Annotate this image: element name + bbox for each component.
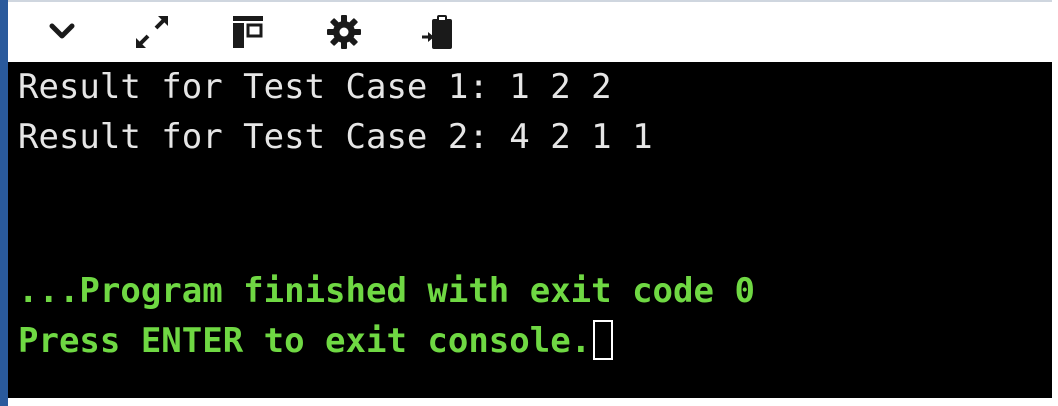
- console-toolbar: [8, 0, 1052, 62]
- console-output[interactable]: Result for Test Case 1: 1 2 2 Result for…: [8, 62, 1052, 398]
- stdin-button[interactable]: [416, 10, 460, 54]
- window-bottom-border: [8, 398, 1052, 406]
- fullscreen-button[interactable]: [130, 10, 174, 54]
- output-line: Result for Test Case 1: 1 2 2: [18, 67, 612, 107]
- expand-icon: [132, 12, 172, 52]
- collapse-button[interactable]: [40, 10, 84, 54]
- output-line: Result for Test Case 2: 4 2 1 1: [18, 117, 653, 157]
- text-cursor: [593, 320, 614, 360]
- chevron-down-icon: [49, 23, 75, 41]
- exit-status-message: ...Program finished with exit code 0: [18, 271, 755, 311]
- window-left-border: [0, 0, 8, 406]
- exit-prompt-line: Press ENTER to exit console.: [18, 316, 614, 366]
- exit-prompt-message: Press ENTER to exit console.: [18, 321, 592, 361]
- settings-button[interactable]: [322, 10, 366, 54]
- console-window: Result for Test Case 1: 1 2 2 Result for…: [0, 0, 1058, 406]
- clipboard-input-icon: [420, 13, 456, 51]
- layout-panel-icon: [231, 14, 265, 50]
- window-right-border: [1052, 0, 1058, 406]
- layout-button[interactable]: [226, 10, 270, 54]
- gear-icon: [326, 14, 362, 50]
